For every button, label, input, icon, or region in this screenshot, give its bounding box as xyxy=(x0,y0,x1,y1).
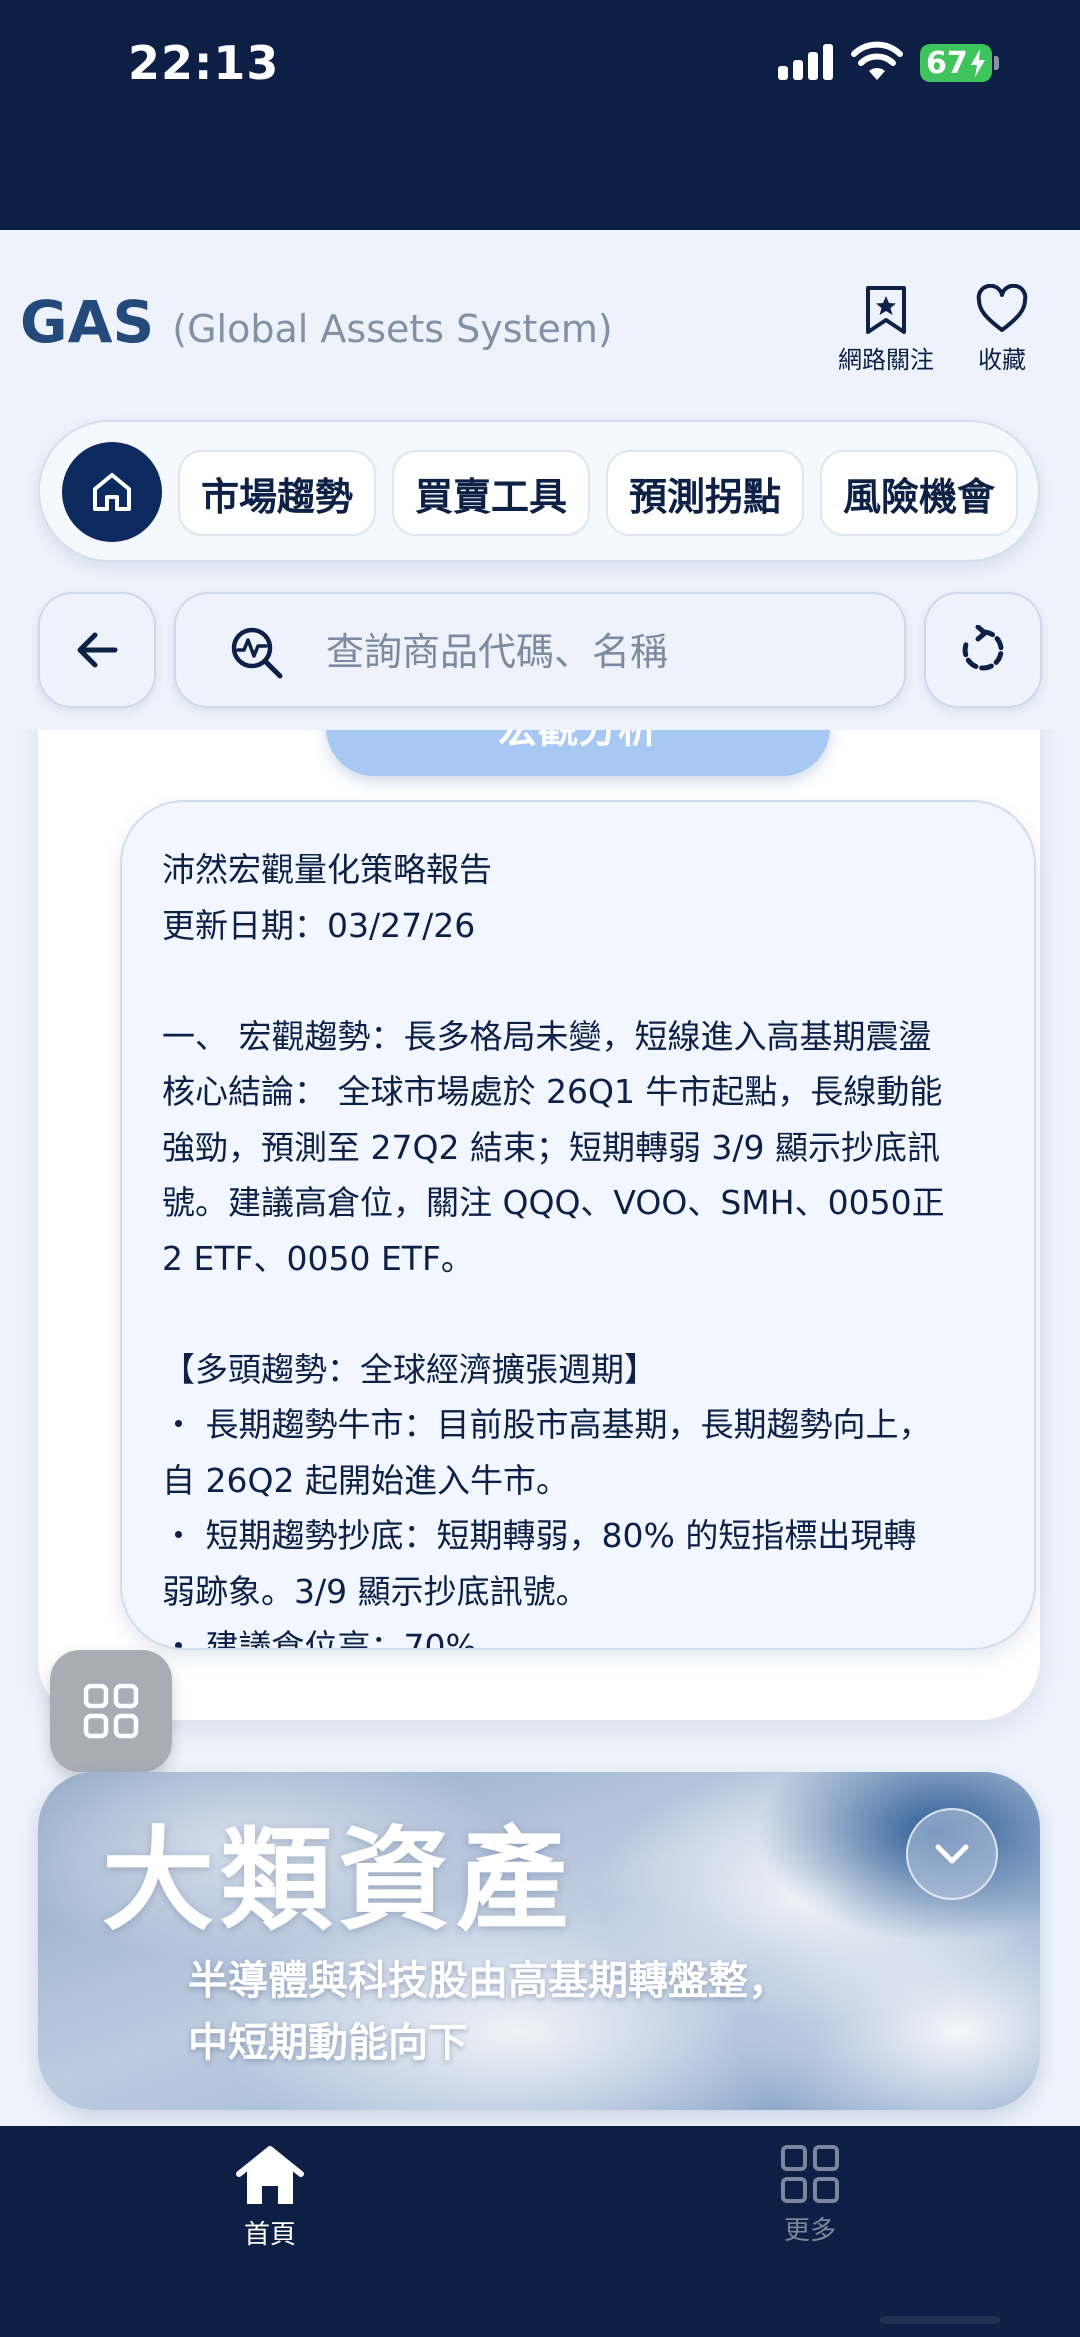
content-area[interactable]: 宏觀分析 沛然宏觀量化策略報告更新日期：03/27/26 一、 宏觀趨勢：長多格局… xyxy=(0,730,1080,2126)
brand: GAS (Global Assets System) xyxy=(20,288,613,356)
macro-card: 宏觀分析 沛然宏觀量化策略報告更新日期：03/27/26 一、 宏觀趨勢：長多格局… xyxy=(38,730,1040,1720)
report-line: 2 ETF、0050 ETF。 xyxy=(162,1238,474,1278)
asset-desc-line: 中短期動能向下 xyxy=(188,2020,468,2066)
search-chart-icon xyxy=(231,627,283,679)
report-line: 弱跡象。3/9 顯示抄底訊號。 xyxy=(162,1571,589,1611)
app-header: GAS (Global Assets System) 網路關注 收藏 市場趨勢 … xyxy=(0,230,1080,730)
watch-button[interactable]: 網路關注 xyxy=(838,284,934,375)
favorite-button[interactable]: 收藏 xyxy=(976,284,1028,375)
home-indicator xyxy=(880,2316,1000,2324)
report-line: 自 26Q2 起開始進入牛市。 xyxy=(162,1460,569,1500)
status-bar: 22:13 67 xyxy=(0,0,1080,230)
home-tab-button[interactable] xyxy=(62,442,162,542)
report-line: ・ 短期趨勢抄底：短期轉弱，80% 的短指標出現轉 xyxy=(162,1516,917,1555)
search-input[interactable] xyxy=(326,624,866,680)
back-button[interactable] xyxy=(38,592,156,708)
nav-home-label: 首頁 xyxy=(243,2220,296,2250)
brand-name: GAS xyxy=(20,288,155,356)
report-line: ・ 長期趨勢牛市：目前股市高基期，長期趨勢向上， xyxy=(162,1405,932,1444)
watch-label: 網路關注 xyxy=(838,346,934,374)
report-line: 號。建議高倉位，關注 QQQ、VOO、SMH、0050正 xyxy=(162,1183,945,1222)
report-line: 核心結論： 全球市場處於 26Q1 牛市起點，長線動能 xyxy=(162,1072,943,1111)
home-icon xyxy=(93,473,131,511)
nav-more-label: 更多 xyxy=(783,2216,836,2246)
expand-button[interactable] xyxy=(906,1808,998,1900)
search-box xyxy=(174,592,906,708)
nav-more[interactable]: 更多 xyxy=(710,2144,910,2247)
report-blank-line xyxy=(162,953,1008,1009)
refresh-icon xyxy=(962,625,1004,671)
tab-trading-tools[interactable]: 買賣工具 xyxy=(392,450,590,536)
grid-icon xyxy=(83,1683,139,1739)
tab-risk-opportunity[interactable]: 風險機會 xyxy=(820,450,1018,536)
battery-tip xyxy=(994,56,999,70)
battery-indicator: 67 xyxy=(920,44,992,82)
report-line: 更新日期：03/27/26 xyxy=(162,905,476,945)
brand-subtitle: (Global Assets System) xyxy=(172,307,613,351)
asset-card-title: 大類資產 xyxy=(102,1816,574,1946)
arrow-left-icon xyxy=(77,632,118,668)
report-line: ・ 建議倉位高：70% xyxy=(162,1627,477,1650)
report-line: 【多頭趨勢：全球經濟擴張週期】 xyxy=(162,1349,657,1389)
status-time: 22:13 xyxy=(128,36,280,90)
asset-desc-line: 半導體與科技股由高基期轉盤整， xyxy=(188,1958,788,2004)
refresh-button[interactable] xyxy=(924,592,1042,708)
report-line: 一、 宏觀趨勢：長多格局未變，短線進入高基期震盪 xyxy=(162,1016,932,1056)
charging-bolt-icon xyxy=(970,49,985,77)
bookmark-star-icon xyxy=(866,286,906,334)
nav-home[interactable]: 首頁 xyxy=(170,2144,370,2251)
heart-icon xyxy=(976,284,1028,332)
report-line: 沛然宏觀量化策略報告 xyxy=(162,850,492,889)
favorite-label: 收藏 xyxy=(978,346,1026,374)
menu-grid-button[interactable] xyxy=(50,1650,172,1772)
bottom-nav: 首頁 更多 xyxy=(0,2126,1080,2337)
tab-turning-points[interactable]: 預測拐點 xyxy=(606,450,804,536)
strategy-report[interactable]: 沛然宏觀量化策略報告 更新日期：03/27/26 一、 宏觀趨勢：長多格局未變，短線… xyxy=(120,800,1036,1650)
asset-card-description: 半導體與科技股由高基期轉盤整， 中短期動能向下 xyxy=(188,1950,948,2074)
asset-class-card[interactable]: 大類資產 半導體與科技股由高基期轉盤整， 中短期動能向下 xyxy=(38,1772,1040,2110)
wifi-icon xyxy=(851,41,903,80)
cellular-signal-icon xyxy=(778,44,836,80)
report-blank-line xyxy=(162,1286,1008,1342)
chevron-down-icon xyxy=(935,1844,969,1864)
home-icon xyxy=(236,2146,304,2204)
grid-icon xyxy=(781,2145,839,2203)
report-text: 沛然宏觀量化策略報告 更新日期：03/27/26 一、 宏觀趨勢：長多格局未變，短線… xyxy=(162,842,1008,1650)
category-tab-bar: 市場趨勢 買賣工具 預測拐點 風險機會 xyxy=(38,420,1040,562)
battery-level: 67 xyxy=(926,45,968,81)
tab-market-trend[interactable]: 市場趨勢 xyxy=(178,450,376,536)
macro-analysis-button[interactable]: 宏觀分析 xyxy=(326,730,830,776)
report-line: 強勁，預測至 27Q2 結束；短期轉弱 3/9 顯示抄底訊 xyxy=(162,1127,941,1167)
